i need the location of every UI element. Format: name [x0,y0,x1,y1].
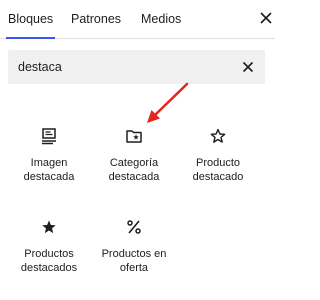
block-label: Categoría destacada [108,157,160,183]
percent-icon [127,220,141,234]
clear-search-icon[interactable] [241,60,255,74]
block-label: Producto destacado [192,157,244,183]
block-productos-destacados[interactable]: Productos destacados [9,217,89,275]
star-outline-icon [210,128,226,143]
block-productos-en-oferta[interactable]: Productos en oferta [94,217,174,275]
search-input[interactable]: destaca [18,50,62,84]
block-categoria-destacada[interactable]: Categoría destacada [94,126,174,184]
tab-medios[interactable]: Medios [141,0,181,38]
close-icon[interactable] [258,10,274,26]
featured-category-icon [126,130,142,143]
tab-patrones[interactable]: Patrones [71,0,121,38]
block-label: Productos en oferta [101,248,167,274]
block-search-field[interactable]: destaca [8,50,265,84]
featured-image-icon [42,128,56,145]
block-producto-destacado[interactable]: Producto destacado [178,126,258,184]
block-imagen-destacada[interactable]: Imagen destacada [9,126,89,184]
tab-bloques[interactable]: Bloques [5,0,56,39]
star-filled-icon [42,220,56,234]
inserter-tabs: Bloques Patrones Medios [0,0,275,39]
block-label: Imagen destacada [23,157,75,183]
block-label: Productos destacados [20,248,78,274]
